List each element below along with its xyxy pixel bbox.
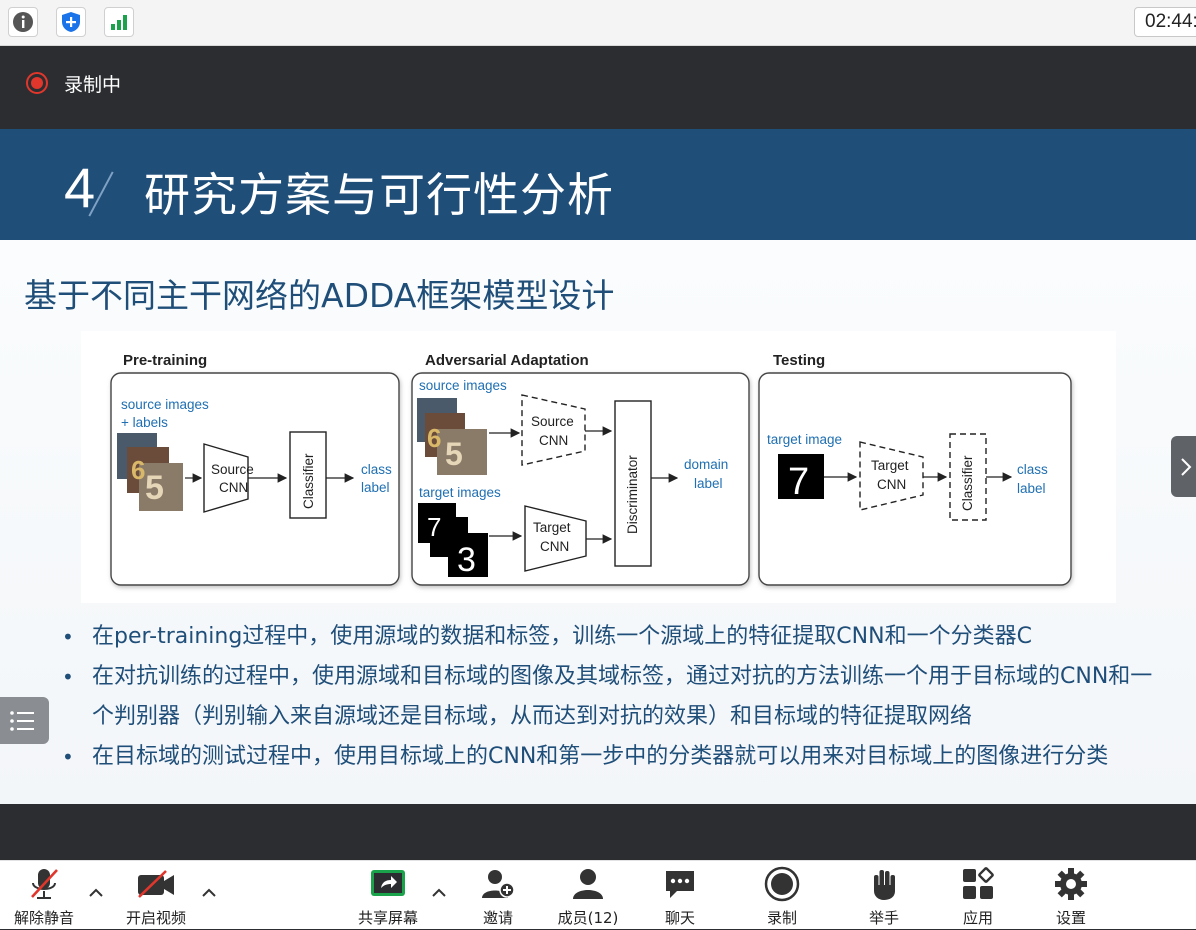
svg-text:source images: source images [419,378,507,393]
svg-text:Classifier: Classifier [960,455,975,511]
raise-hand-icon [869,861,899,907]
svg-text:+ labels: + labels [121,415,168,430]
share-screen-icon [369,861,407,907]
start-video-button[interactable]: 开启视频 [120,861,192,930]
svg-text:Target: Target [533,520,571,535]
svg-text:label: label [1017,481,1046,496]
share-screen-button[interactable]: 共享屏幕 [352,861,424,930]
slide-title: 研究方案与可行性分析 [144,168,614,222]
svg-text:5: 5 [445,436,463,472]
svg-text:Source: Source [211,462,254,477]
status-bar: 02:44:0 [0,0,1196,46]
record-button[interactable]: 录制 [756,861,808,930]
svg-text:class: class [1017,462,1048,477]
meeting-toolbar: 解除静音 开启视频 共享屏幕 邀请 成员(12) 聊天 录制 举手 应用 设置 [0,860,1196,929]
invite-button[interactable]: 邀请 [470,861,526,930]
panel-heading-adversarial: Adversarial Adaptation [425,352,589,369]
panel-heading-pretraining: Pre-training [123,352,207,369]
chevron-up-icon[interactable] [429,883,449,903]
svg-text:Source: Source [531,414,574,429]
slide-bullet-list: 在per-training过程中，使用源域的数据和标签，训练一个源域上的特征提取… [62,617,1172,777]
svg-text:5: 5 [145,469,164,507]
unmute-button[interactable]: 解除静音 [8,861,80,930]
apps-button[interactable]: 应用 [952,861,1004,930]
chevron-up-icon[interactable] [199,883,219,903]
svg-text:domain: domain [684,457,728,472]
svg-text:7: 7 [788,461,809,503]
slide-header: 4 研究方案与可行性分析 [0,129,1196,240]
chevron-up-icon[interactable] [86,883,106,903]
raise-hand-button[interactable]: 举手 [858,861,910,930]
svg-text:Discriminator: Discriminator [625,455,640,534]
settings-button[interactable]: 设置 [1045,861,1097,930]
next-page-button[interactable] [1171,436,1196,497]
apps-icon [961,861,995,907]
chevron-right-icon [1181,457,1192,476]
svg-text:CNN: CNN [540,539,569,554]
test-target-image-thumb: 7 [778,454,824,503]
list-menu-icon [9,710,34,731]
members-button[interactable]: 成员(12) [552,861,624,930]
svg-text:CNN: CNN [219,480,248,495]
mic-muted-icon [29,861,59,907]
svg-text:Target: Target [871,458,909,473]
svg-text:target image: target image [767,432,842,447]
meeting-clock: 02:44:0 [1134,7,1196,37]
members-icon [570,861,606,907]
panel-heading-testing: Testing [773,352,825,369]
svg-text:label: label [361,480,390,495]
record-icon [764,861,800,907]
signal-icon[interactable] [104,7,134,37]
svg-text:Classifier: Classifier [301,453,316,509]
list-item: 在对抗训练的过程中，使用源域和目标域的图像及其域标签，通过对抗的方法训练一个用于… [62,657,1172,737]
svg-text:label: label [694,476,723,491]
video-off-icon [136,861,176,907]
info-icon[interactable] [8,7,38,37]
svg-text:7: 7 [427,512,441,542]
svg-text:3: 3 [457,541,476,579]
svg-text:source images: source images [121,397,209,412]
slide-subtitle: 基于不同主干网络的ADDA框架模型设计 [24,276,615,315]
floating-menu-button[interactable] [0,697,49,744]
recording-indicator-icon [26,72,48,94]
svg-text:6: 6 [427,423,441,453]
invite-icon [480,861,516,907]
list-item: 在per-training过程中，使用源域的数据和标签，训练一个源域上的特征提取… [62,617,1172,657]
shared-slide: 4 研究方案与可行性分析 基于不同主干网络的ADDA框架模型设计 Pre-tra… [0,129,1196,804]
svg-text:class: class [361,462,392,477]
svg-text:CNN: CNN [877,477,906,492]
svg-text:target images: target images [419,485,501,500]
chat-icon [663,861,697,907]
recording-bar: 录制中 [0,46,1196,129]
chat-button[interactable]: 聊天 [654,861,706,930]
settings-icon [1053,861,1089,907]
list-item: 在目标域的测试过程中，使用目标域上的CNN和第一步中的分类器就可以用来对目标域上… [62,737,1172,777]
svg-text:CNN: CNN [539,433,568,448]
recording-label: 录制中 [64,74,122,96]
shield-icon[interactable] [56,7,86,37]
svg-text:6: 6 [131,455,145,485]
adda-framework-figure: Pre-training source images + labels 5 6 … [81,331,1116,603]
